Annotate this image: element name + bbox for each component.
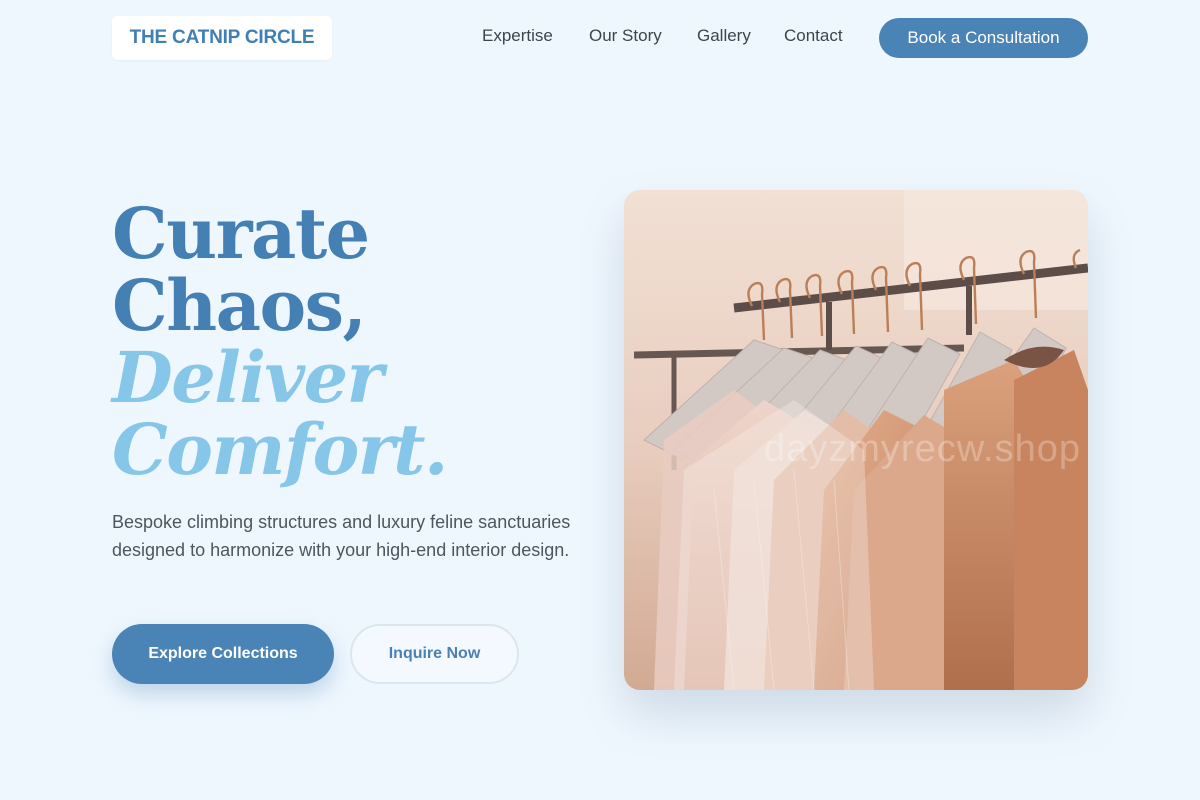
inquire-now-button[interactable]: Inquire Now [350, 624, 519, 684]
hero-title-line: Comfort. [112, 408, 448, 491]
hero-title: Curate Chaos, Deliver Comfort. [112, 192, 448, 491]
nav-link-expertise[interactable]: Expertise [482, 25, 553, 47]
image-watermark: dayzmyrecw.shop [764, 428, 1082, 470]
explore-collections-button[interactable]: Explore Collections [112, 624, 334, 684]
nav-link-contact[interactable]: Contact [784, 25, 843, 47]
nav-link-our-story[interactable]: Our Story [589, 25, 662, 47]
hero-title-line: Chaos, [112, 264, 367, 347]
book-consultation-button[interactable]: Book a Consultation [879, 18, 1088, 58]
hero-description: Bespoke climbing structures and luxury f… [112, 512, 571, 560]
hero-title-line: Deliver [112, 336, 384, 419]
landing-page: THE CATNIP CIRCLE Expertise Our Story Ga… [0, 0, 1200, 800]
hero-title-line: Curate [112, 192, 370, 275]
nav-link-gallery[interactable]: Gallery [697, 25, 751, 47]
hero-image: dayzmyrecw.shop [624, 190, 1088, 690]
